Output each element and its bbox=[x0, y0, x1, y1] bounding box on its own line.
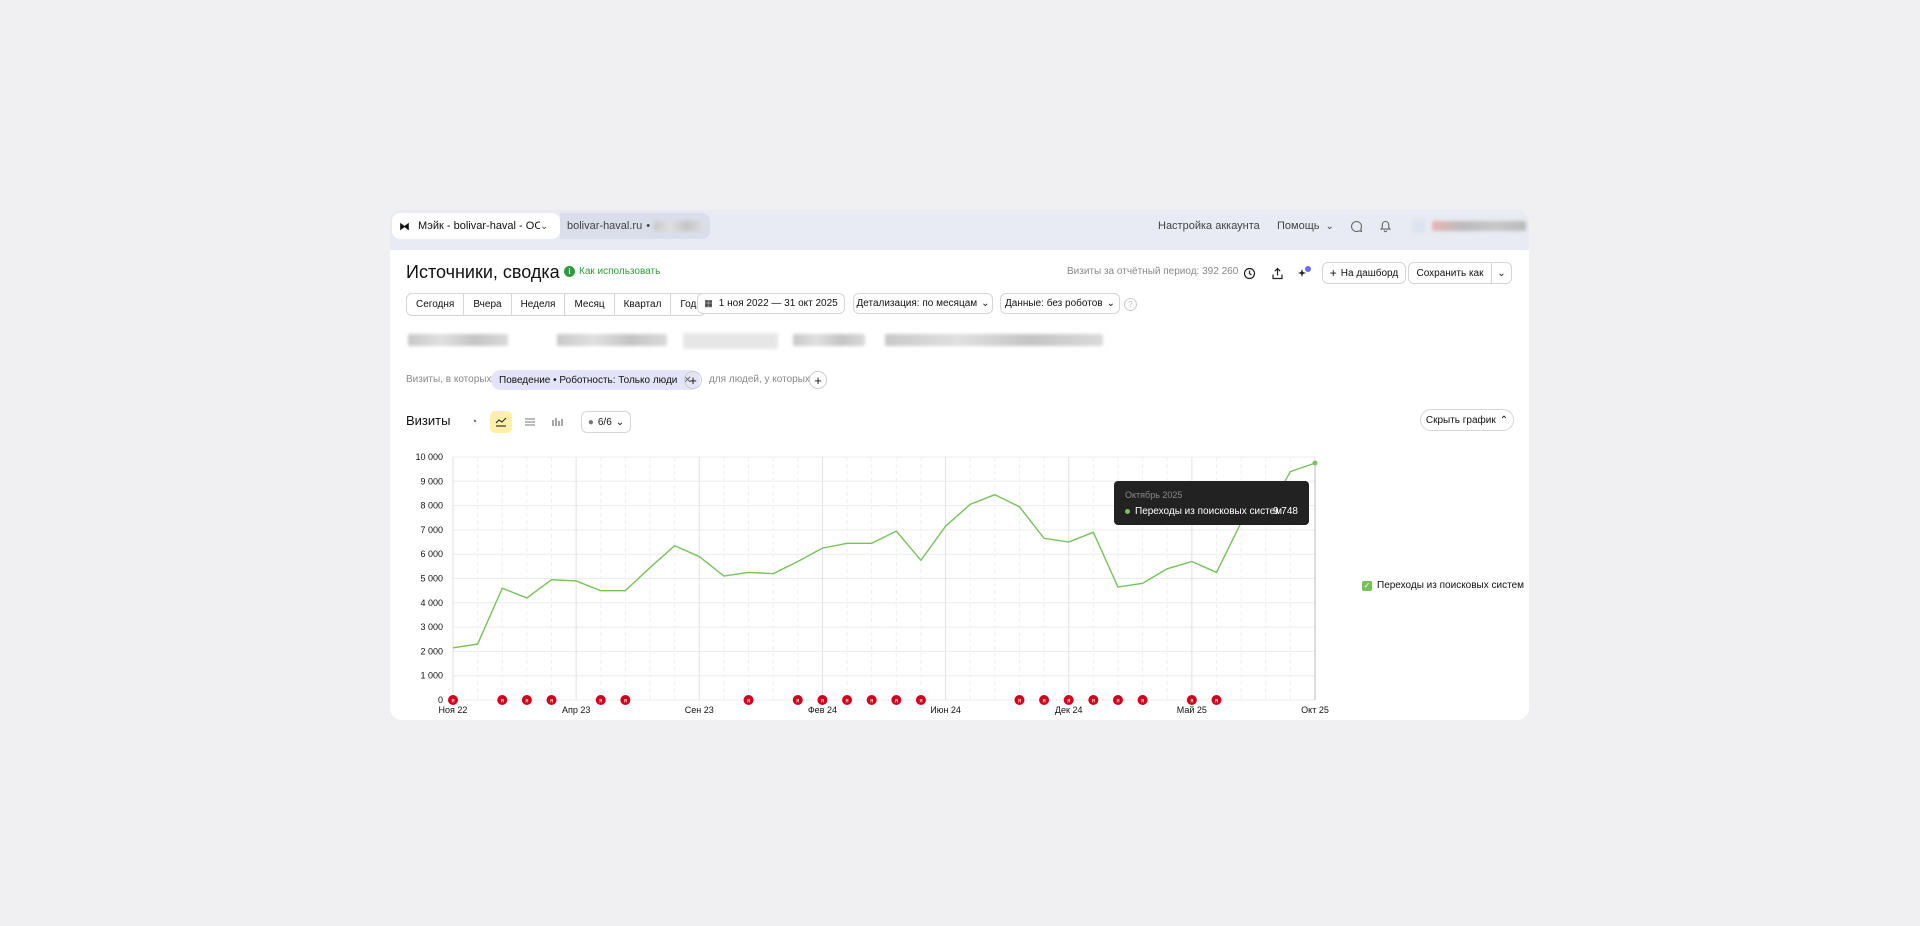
annotation-marker-glyph: я bbox=[1018, 699, 1021, 705]
annotation-marker-glyph: я bbox=[525, 699, 528, 705]
tooltip-month: Октябрь 2025 bbox=[1125, 490, 1183, 500]
x-tick-label: Окт 25 bbox=[1301, 705, 1329, 715]
x-tick-label: Апр 23 bbox=[562, 705, 590, 715]
annotation-marker-glyph: я bbox=[550, 699, 553, 705]
annotation-marker-glyph: я bbox=[1190, 699, 1193, 705]
chart-legend[interactable]: ✓ Переходы из поисковых систем bbox=[1362, 580, 1524, 591]
y-tick-label: 6 000 bbox=[420, 549, 443, 559]
annotation-marker: я bbox=[1088, 695, 1099, 705]
annotation-marker: я bbox=[817, 695, 828, 705]
y-tick-label: 0 bbox=[438, 695, 443, 705]
annotation-marker-glyph: я bbox=[1215, 699, 1218, 705]
annotation-marker: я bbox=[620, 695, 631, 705]
annotation-marker-glyph: я bbox=[821, 699, 824, 705]
annotation-marker: я bbox=[1186, 695, 1197, 705]
annotation-marker-glyph: я bbox=[599, 699, 602, 705]
annotation-marker-glyph: я bbox=[1092, 699, 1095, 705]
annotation-marker-glyph: я bbox=[870, 699, 873, 705]
annotation-marker: я bbox=[1112, 695, 1123, 705]
tooltip-series-label: Переходы из поисковых систем bbox=[1135, 506, 1283, 517]
y-tick-label: 4 000 bbox=[420, 598, 443, 608]
y-tick-label: 10 000 bbox=[415, 452, 443, 462]
legend-label: Переходы из поисковых систем bbox=[1377, 580, 1525, 591]
annotation-marker-glyph: я bbox=[796, 699, 799, 705]
visits-line-chart: 0 1 000 2 000 3 000 4 000 5 000 6 000 7 000 8 00… bbox=[415, 452, 1329, 715]
annotation-marker: я bbox=[1211, 695, 1222, 705]
x-tick-label: Июн 24 bbox=[930, 705, 961, 715]
y-tick-label: 7 000 bbox=[420, 525, 443, 535]
annotation-marker-glyph: я bbox=[1116, 699, 1119, 705]
series-color-dot bbox=[1125, 509, 1130, 514]
y-tick-label: 3 000 bbox=[420, 622, 443, 632]
annotation-marker-glyph: я bbox=[845, 699, 848, 705]
checkbox-checked-icon[interactable]: ✓ bbox=[1362, 580, 1372, 591]
annotation-marker-glyph: я bbox=[1067, 699, 1070, 705]
y-tick-label: 9 000 bbox=[420, 476, 443, 486]
annotation-marker: я bbox=[1137, 695, 1148, 705]
y-tick-label: 8 000 bbox=[420, 501, 443, 511]
annotation-marker: я bbox=[915, 695, 926, 705]
annotation-marker-glyph: я bbox=[1042, 699, 1045, 705]
annotation-marker-glyph: я bbox=[1141, 699, 1144, 705]
y-tick-label: 2 000 bbox=[420, 646, 443, 656]
annotation-marker: я bbox=[521, 695, 532, 705]
annotation-marker-glyph: я bbox=[919, 699, 922, 705]
annotation-marker: я bbox=[448, 695, 458, 705]
x-tick-label: Дек 24 bbox=[1055, 705, 1083, 715]
x-tick-label: Май 25 bbox=[1177, 705, 1207, 715]
annotation-marker: я bbox=[1039, 695, 1050, 705]
annotation-marker: я bbox=[595, 695, 606, 705]
x-tick-label: Фев 24 bbox=[808, 705, 837, 715]
y-tick-label: 1 000 bbox=[420, 671, 443, 681]
annotation-marker-glyph: я bbox=[895, 699, 898, 705]
x-tick-label: Сен 23 bbox=[685, 705, 714, 715]
annotation-marker: я bbox=[842, 695, 853, 705]
tooltip-series: Переходы из поисковых систем bbox=[1125, 506, 1282, 517]
x-tick-label: Ноя 22 bbox=[439, 705, 468, 715]
annotation-marker: я bbox=[866, 695, 877, 705]
annotation-marker: я bbox=[1063, 695, 1074, 705]
annotation-marker-glyph: я bbox=[624, 699, 627, 705]
chart-tooltip: Октябрь 2025 Переходы из поисковых систе… bbox=[1114, 481, 1309, 525]
tooltip-value: 9 748 bbox=[1272, 506, 1298, 517]
annotation-marker-glyph: я bbox=[451, 699, 454, 705]
annotation-marker-glyph: я bbox=[747, 699, 750, 705]
annotation-marker: я bbox=[497, 695, 508, 705]
annotation-marker: я bbox=[743, 695, 754, 705]
annotation-marker: я bbox=[891, 695, 902, 705]
y-tick-label: 5 000 bbox=[420, 574, 443, 584]
annotation-marker: я bbox=[792, 695, 803, 705]
annotation-marker: я bbox=[1014, 695, 1025, 705]
annotation-marker: я bbox=[546, 695, 557, 705]
annotation-marker-glyph: я bbox=[501, 699, 504, 705]
